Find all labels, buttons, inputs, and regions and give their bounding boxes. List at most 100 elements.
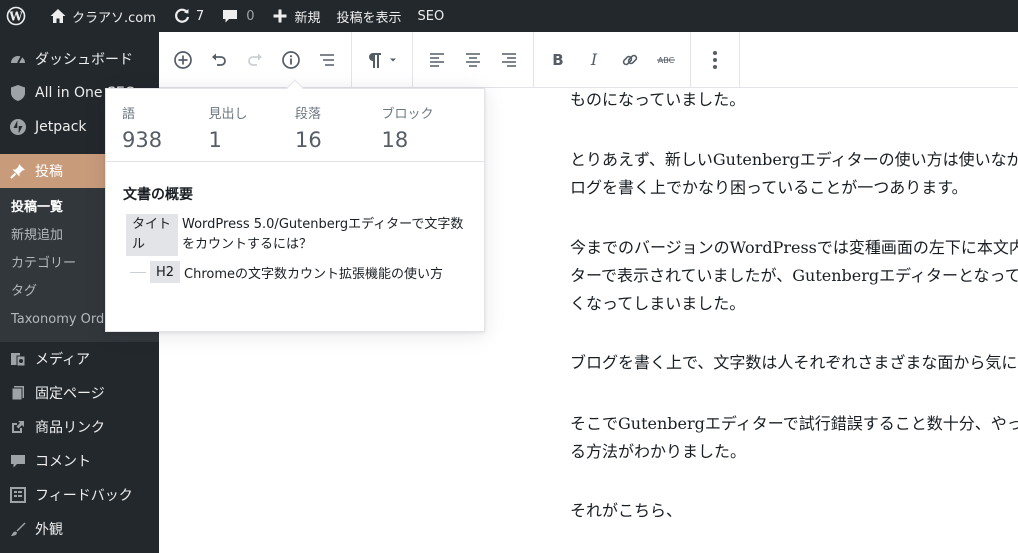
outline-level-tag: タイトル (126, 214, 178, 256)
strikethrough-button[interactable]: ABC (648, 42, 684, 78)
brush-icon (8, 519, 28, 539)
italic-icon: I (590, 51, 598, 69)
comment-bubble-icon (220, 6, 240, 26)
plus-icon (270, 6, 290, 26)
block-navigation-button[interactable] (309, 42, 345, 78)
paragraph-line[interactable]: ブログを書く上で、文字数は人それぞれさまざまな面から気に (570, 346, 1018, 380)
dashboard-icon (8, 49, 28, 69)
sidebar-item-label: 投稿 (35, 164, 63, 180)
comments-count: 0 (246, 8, 255, 24)
wordpress-logo-icon: W (6, 6, 26, 26)
link-button[interactable] (612, 42, 648, 78)
view-posts-link[interactable]: 投稿を表示 (328, 0, 409, 32)
sidebar-item-pages[interactable]: 固定ページ (0, 376, 159, 410)
external-link-icon (8, 417, 28, 437)
vertical-ellipsis-icon (713, 50, 717, 69)
paragraph-count-stat: 段落 16 (295, 105, 382, 161)
toolbar-block-type-group (352, 31, 413, 88)
bold-button[interactable]: B (540, 42, 576, 78)
align-center-button[interactable] (455, 42, 491, 78)
site-name-link[interactable]: クラアソ.com (40, 0, 164, 32)
sidebar-item-label: 外観 (35, 522, 63, 538)
strikethrough-icon: ABC (657, 56, 675, 65)
plus-circle-icon (174, 50, 192, 69)
stat-value: 16 (295, 128, 322, 152)
word-count-stat: 語 938 (122, 105, 209, 161)
seo-label: SEO (417, 8, 445, 24)
updates-count: 7 (195, 8, 205, 24)
updates-link[interactable]: 7 (164, 0, 212, 32)
paragraph-line[interactable]: それがこちら、 (570, 494, 1018, 528)
outline-item-text: WordPress 5.0/Gutenbergエディターで文字数をカウントするに… (182, 217, 464, 252)
block-type-switcher[interactable] (358, 42, 406, 78)
outline-item-text: Chromeの文字数カウント拡張機能の使い方 (184, 266, 443, 282)
sidebar-item-label: コメント (35, 454, 91, 470)
align-left-button[interactable] (419, 42, 455, 78)
stat-value: 938 (122, 128, 163, 152)
wordpress-logo-button[interactable]: W (0, 0, 40, 32)
toolbar-align-group (413, 31, 534, 88)
content-info-button[interactable] (273, 42, 309, 78)
add-block-button[interactable] (165, 42, 201, 78)
sidebar-item-appearance[interactable]: 外観 (0, 512, 159, 546)
new-content-link[interactable]: 新規 (262, 0, 328, 32)
sidebar-item-product-links[interactable]: 商品リンク (0, 410, 159, 444)
view-posts-label: 投稿を表示 (336, 10, 402, 26)
sidebar-item-dashboard[interactable]: ダッシュボード (0, 42, 159, 76)
paragraph-line[interactable]: る方法がわかりました。 (570, 435, 1018, 469)
sidebar-item-label: 固定ページ (35, 386, 105, 402)
feedback-icon (8, 485, 28, 505)
comment-icon (8, 451, 28, 471)
shield-icon (8, 83, 28, 103)
sidebar-item-comments[interactable]: コメント (0, 444, 159, 478)
more-options-button[interactable] (697, 42, 733, 78)
sidebar-item-label: 商品リンク (35, 420, 105, 436)
stat-value: 1 (208, 128, 222, 152)
content-info-popover: 語 938 見出し 1 段落 16 ブロック 18 文書の概要 タイトル Wor… (105, 79, 485, 332)
site-name: クラアソ.com (72, 10, 156, 26)
block-count-stat: ブロック 18 (382, 105, 469, 161)
outline-item-h2[interactable]: H2 Chromeの文字数カウント拡張機能の使い方 (126, 261, 484, 283)
paragraph-line[interactable]: ものになっていました。 (570, 88, 1018, 117)
sidebar-item-label: ダッシュボード (35, 52, 133, 68)
align-right-icon (502, 52, 516, 67)
media-icon (8, 349, 28, 369)
paragraph-line[interactable]: ログを書く上でかなり困っていることが一つあります。 (570, 171, 1018, 205)
outline-item-title[interactable]: タイトル WordPress 5.0/Gutenbergエディターで文字数をカウ… (126, 214, 484, 256)
sidebar-item-media[interactable]: メディア (0, 342, 159, 376)
align-right-button[interactable] (491, 42, 527, 78)
outline-level-tag: H2 (150, 261, 180, 283)
svg-text:B: B (552, 51, 563, 69)
comments-link[interactable]: 0 (212, 0, 262, 32)
stat-label: ブロック (381, 107, 434, 122)
info-icon (282, 50, 300, 69)
sidebar-item-label: メディア (35, 352, 91, 368)
link-icon (622, 54, 638, 65)
undo-icon (212, 53, 226, 66)
chevron-down-icon (389, 58, 396, 61)
paragraph-line[interactable]: くなってしまいました。 (570, 287, 1018, 321)
paragraph-icon (368, 52, 381, 68)
admin-bar: W クラアソ.com 7 0 新規 投稿を表示 SEO (0, 0, 1018, 32)
seo-menu[interactable]: SEO (410, 0, 453, 32)
outline-connector (130, 271, 146, 273)
sidebar-item-label: フィードバック (35, 488, 133, 504)
svg-text:W: W (8, 10, 23, 24)
home-icon (48, 6, 68, 26)
undo-button[interactable] (201, 42, 237, 78)
redo-button[interactable] (237, 42, 273, 78)
document-outline-title: 文書の概要 (123, 187, 193, 203)
svg-text:I: I (590, 51, 598, 69)
page-icon (8, 383, 28, 403)
align-center-icon (466, 52, 480, 67)
sidebar-item-feedback[interactable]: フィードバック (0, 478, 159, 512)
stat-label: 語 (122, 107, 136, 122)
list-view-icon (320, 53, 334, 66)
toolbar-history-group (159, 31, 352, 88)
jetpack-icon (8, 117, 28, 137)
document-outline: タイトル WordPress 5.0/Gutenbergエディターで文字数をカウ… (106, 214, 484, 283)
new-label: 新規 (294, 10, 321, 26)
italic-button[interactable]: I (576, 42, 612, 78)
toolbar-format-group: B I ABC (534, 31, 691, 88)
stat-value: 18 (381, 128, 409, 152)
